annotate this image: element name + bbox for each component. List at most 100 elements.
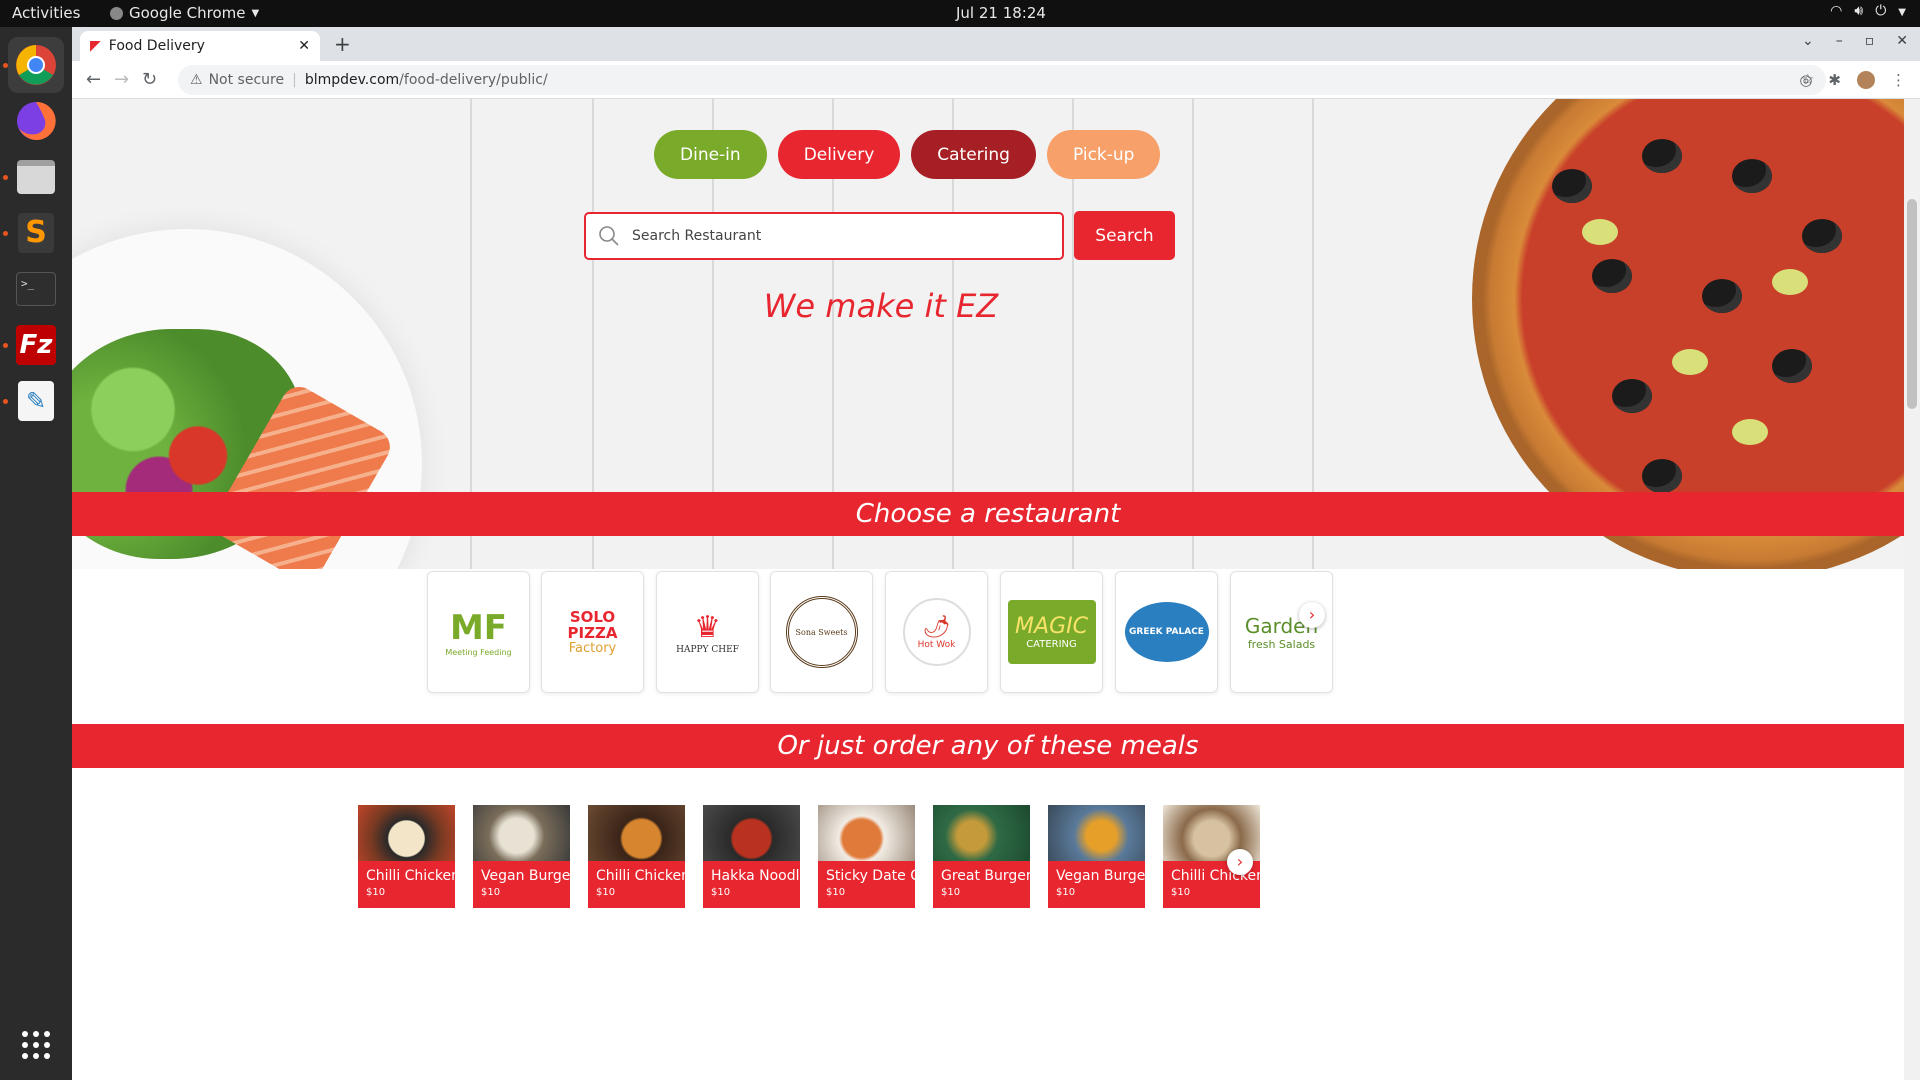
chef-hat-icon: ♛ xyxy=(694,609,721,645)
wifi-icon: ◠ xyxy=(1830,3,1843,19)
meal-price: $10 xyxy=(1171,887,1191,898)
restaurant-card-magic-catering[interactable]: MAGIC CATERING xyxy=(1000,571,1103,693)
chevron-down-icon: ▼ xyxy=(251,7,260,19)
restaurants-next-arrow-icon[interactable]: › xyxy=(1299,602,1325,628)
scrollbar-thumb[interactable] xyxy=(1907,199,1917,409)
meal-card[interactable]: Vegan Burger $10 xyxy=(473,805,570,908)
delivery-button[interactable]: Delivery xyxy=(777,130,901,179)
restaurant-logo-sub: CATERING xyxy=(1026,639,1077,650)
close-window-button[interactable]: ✕ xyxy=(1896,33,1908,49)
meal-name: Vegan Burger xyxy=(1056,868,1145,884)
clock[interactable]: Jul 21 18:24 xyxy=(956,4,1046,22)
minimize-button[interactable]: – xyxy=(1836,33,1843,49)
meals-heading: Or just order any of these meals xyxy=(72,724,1904,768)
meal-name: Sticky Date Ca xyxy=(826,868,915,884)
text-editor-icon[interactable]: ✎ xyxy=(8,373,64,429)
search-input[interactable] xyxy=(632,228,1032,244)
page-viewport: Dine-in Delivery Catering Pick-up Search… xyxy=(72,99,1904,1080)
dine-in-button[interactable]: Dine-in xyxy=(654,130,767,179)
terminal-icon[interactable]: >_ xyxy=(8,261,64,317)
chrome-icon[interactable] xyxy=(8,37,64,93)
restaurant-card-happy-chef[interactable]: ♛ HAPPY CHEF xyxy=(656,571,759,693)
files-icon[interactable] xyxy=(8,149,64,205)
meal-name: Chilli Chicken xyxy=(366,868,455,884)
restaurant-card-garden-salads[interactable]: Garden fresh Salads xyxy=(1230,571,1333,693)
meal-price: $10 xyxy=(481,887,501,898)
firefox-icon[interactable] xyxy=(8,93,64,149)
system-tray[interactable]: ◠ 🔊︎ ⏻ ▼ xyxy=(1830,3,1906,23)
new-tab-button[interactable]: + xyxy=(334,32,351,56)
tagline: We make it EZ xyxy=(763,287,999,325)
meal-name: Great Burger xyxy=(941,868,1030,884)
url-host: blmpdev.com xyxy=(304,72,400,88)
meal-card[interactable]: Chilli Chicken $10 xyxy=(588,805,685,908)
tab-strip: ◤ Food Delivery ✕ + ⌄ – ▫ ✕ xyxy=(72,27,1920,61)
restaurant-logo-text: GREEK PALACE xyxy=(1129,627,1204,637)
back-arrow-icon[interactable]: ← xyxy=(86,69,101,90)
tab-title: Food Delivery xyxy=(108,38,205,54)
meal-price: $10 xyxy=(366,887,386,898)
restaurant-card-meeting-feeding[interactable]: MF Meeting Feeding xyxy=(427,571,530,693)
chevron-down-icon: ▼ xyxy=(1898,7,1906,18)
meal-card[interactable]: Great Burger $10 xyxy=(933,805,1030,908)
puzzle-icon[interactable]: ✱ xyxy=(1828,71,1841,89)
meal-price: $10 xyxy=(1056,887,1076,898)
restaurants-heading: Choose a restaurant xyxy=(72,492,1904,536)
dock: S >_ Fz ✎ xyxy=(0,27,72,1080)
sublime-icon[interactable]: S xyxy=(8,205,64,261)
not-secure-label: Not secure xyxy=(208,72,285,88)
restaurant-logo-text: MF xyxy=(449,607,508,648)
meal-card[interactable]: Chilli Chicken $10 xyxy=(358,805,455,908)
restaurant-logo-sub: Factory xyxy=(568,640,617,656)
app-menu-label: Google Chrome xyxy=(129,4,246,22)
app-grid-icon[interactable] xyxy=(8,1017,64,1073)
meal-price: $10 xyxy=(596,887,616,898)
avatar[interactable] xyxy=(1857,71,1875,89)
forward-arrow-icon[interactable]: → xyxy=(114,69,129,90)
meal-card[interactable]: Vegan Burger $10 xyxy=(1048,805,1145,908)
restaurant-logo-text: Sona Sweets xyxy=(795,627,848,637)
restaurant-logo-sub: fresh Salads xyxy=(1247,637,1316,651)
tab-food-delivery[interactable]: ◤ Food Delivery ✕ xyxy=(80,31,320,61)
restaurant-card-hot-wok[interactable]: 🌶︎ Hot Wok xyxy=(885,571,988,693)
meal-image xyxy=(358,805,455,861)
search-button[interactable]: Search xyxy=(1074,211,1175,260)
kebab-menu-icon[interactable]: ⋮ xyxy=(1891,71,1906,89)
favicon-icon: ◤ xyxy=(90,38,101,54)
meal-name: Chilli Chicken xyxy=(596,868,685,884)
restaurant-card-solo-pizza[interactable]: SOLO PIZZA Factory xyxy=(541,571,644,693)
window-controls: ⌄ – ▫ ✕ xyxy=(1802,33,1908,49)
activities-button[interactable]: Activities xyxy=(12,4,80,22)
meal-card[interactable]: Hakka Noodles $10 xyxy=(703,805,800,908)
restaurant-card-sona-sweets[interactable]: Sona Sweets xyxy=(770,571,873,693)
app-menu[interactable]: Google Chrome ▼ xyxy=(110,4,259,22)
filezilla-icon[interactable]: Fz xyxy=(8,317,64,373)
meal-price: $10 xyxy=(826,887,846,898)
meal-name: Vegan Burger xyxy=(481,868,570,884)
meal-image xyxy=(818,805,915,861)
restaurant-card-greek-palace[interactable]: GREEK PALACE xyxy=(1115,571,1218,693)
restaurant-logo-sub: Meeting Feeding xyxy=(445,647,512,657)
extension-icon[interactable]: ◎ xyxy=(1799,71,1812,89)
meal-image xyxy=(933,805,1030,861)
power-icon: ⏻ xyxy=(1875,3,1887,19)
catering-button[interactable]: Catering xyxy=(911,130,1036,179)
reload-icon[interactable]: ↻ xyxy=(142,69,157,90)
search-field[interactable] xyxy=(584,212,1064,260)
chrome-small-icon xyxy=(110,6,123,20)
maximize-button[interactable]: ▫ xyxy=(1865,33,1875,49)
restaurant-logo-text: MAGIC xyxy=(1015,614,1088,639)
close-icon[interactable]: ✕ xyxy=(298,38,310,54)
meal-card[interactable]: Sticky Date Ca $10 xyxy=(818,805,915,908)
meal-image xyxy=(588,805,685,861)
page-scrollbar[interactable] xyxy=(1904,99,1920,1080)
pick-up-button[interactable]: Pick-up xyxy=(1046,130,1161,179)
restaurant-logo-text: HAPPY CHEF xyxy=(676,644,739,655)
service-type-selector: Dine-in Delivery Catering Pick-up xyxy=(654,130,1161,179)
restaurant-logo-text: Hot Wok xyxy=(917,639,956,650)
address-bar[interactable]: ⚠ Not secure | blmpdev.com /food-deliver… xyxy=(178,65,1826,95)
tab-search-icon[interactable]: ⌄ xyxy=(1802,33,1814,49)
meal-price: $10 xyxy=(941,887,961,898)
meals-next-arrow-icon[interactable]: › xyxy=(1227,849,1253,875)
browser-toolbar: ← → ↻ ⚠ Not secure | blmpdev.com /food-d… xyxy=(72,61,1920,99)
